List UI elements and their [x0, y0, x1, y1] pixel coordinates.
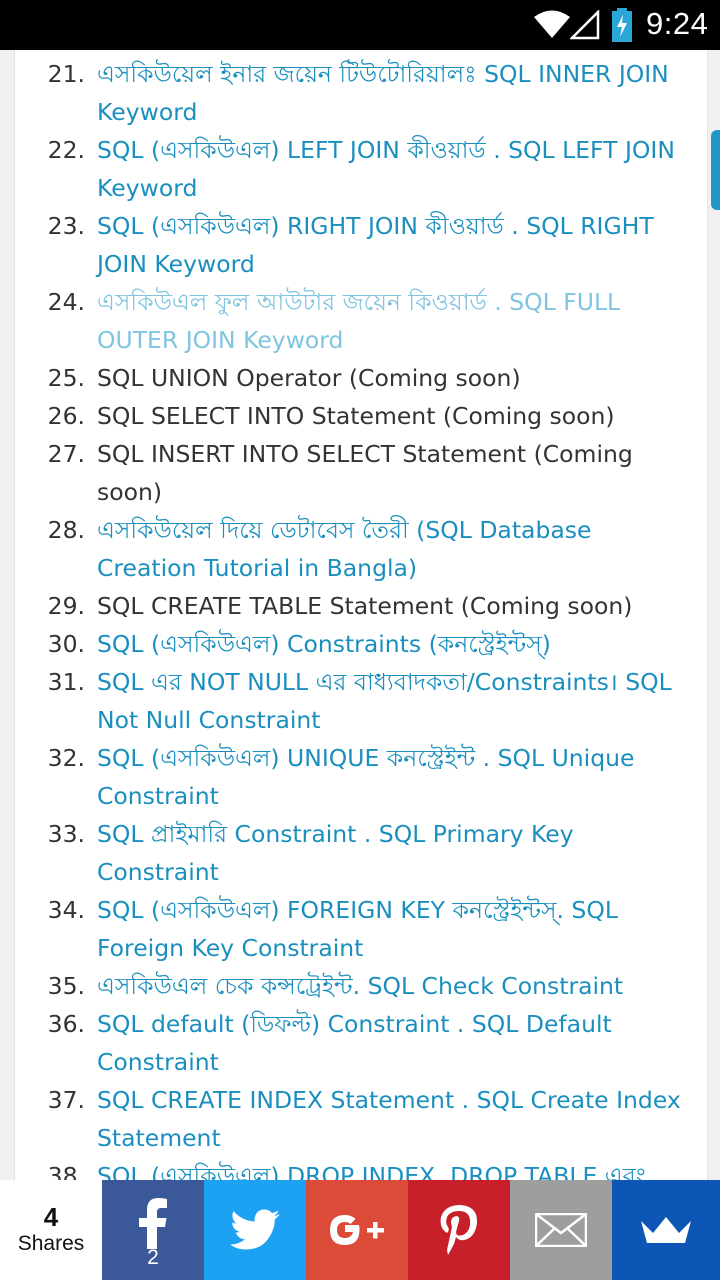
list-item-number: 38. — [47, 1162, 85, 1180]
twitter-share-button[interactable] — [204, 1180, 306, 1280]
list-item[interactable]: 38. SQL (এসকিউএল) DROP INDEX, DROP TABLE … — [15, 1157, 707, 1180]
list-item[interactable]: 35. এসকিউএল চেক কন্সট্রেইন্ট. SQL Check C… — [15, 967, 707, 1005]
list-item-link[interactable]: SQL (এসকিউএল) LEFT JOIN কীওয়ার্ড . SQL … — [97, 136, 675, 202]
list-item[interactable]: 31. SQL এর NOT NULL এর বাধ্যবাদকতা/Constr… — [15, 663, 707, 739]
list-item-link[interactable]: SQL (এসকিউএল) FOREIGN KEY কনস্ট্রেইন্টস্… — [97, 896, 618, 962]
list-item-number: 22. — [47, 136, 85, 164]
list-item-link[interactable]: SQL default (ডিফল্ট) Constraint . SQL De… — [97, 1010, 612, 1076]
list-item-text: SQL UNION Operator (Coming soon) — [97, 364, 521, 392]
list-item[interactable]: 30. SQL (এসকিউএল) Constraints (কনস্ট্রেইন… — [15, 625, 707, 663]
share-bar: 4 Shares 2 — [0, 1180, 720, 1280]
list-item[interactable]: 34. SQL (এসকিউএল) FOREIGN KEY কনস্ট্রেইন্… — [15, 891, 707, 967]
list-item-number: 33. — [47, 820, 85, 848]
share-count: 4 Shares — [0, 1180, 102, 1280]
list-item-number: 36. — [47, 1010, 85, 1038]
email-share-button[interactable] — [510, 1180, 612, 1280]
share-count-label: Shares — [17, 1232, 85, 1255]
email-icon — [535, 1213, 587, 1247]
list-item-link[interactable]: SQL এর NOT NULL এর বাধ্যবাদকতা/Constrain… — [97, 668, 672, 734]
list-item-link[interactable]: SQL (এসকিউএল) Constraints (কনস্ট্রেইন্টস… — [97, 630, 551, 658]
list-item: 26. SQL SELECT INTO Statement (Coming soo… — [15, 397, 707, 435]
list-item-link[interactable]: SQL CREATE INDEX Statement . SQL Create … — [97, 1086, 681, 1152]
list-item-number: 35. — [47, 972, 85, 1000]
list-item-number: 26. — [47, 402, 85, 430]
pinterest-icon — [440, 1205, 478, 1255]
list-item-number: 30. — [47, 630, 85, 658]
list-item[interactable]: 32. SQL (এসকিউএল) UNIQUE কনস্ট্রেইন্ট . S… — [15, 739, 707, 815]
facebook-share-count: 2 — [147, 1246, 159, 1269]
list-item-number: 29. — [47, 592, 85, 620]
list-item-number: 24. — [47, 288, 85, 316]
list-item-number: 32. — [47, 744, 85, 772]
list-item-link[interactable]: এসকিউএল চেক কন্সট্রেইন্ট. SQL Check Cons… — [97, 972, 623, 1000]
list-item-text: SQL CREATE TABLE Statement (Coming soon) — [97, 592, 633, 620]
list-item-text: SQL SELECT INTO Statement (Coming soon) — [97, 402, 615, 430]
list-item: 29. SQL CREATE TABLE Statement (Coming so… — [15, 587, 707, 625]
list-item[interactable]: 23. SQL (এসকিউএল) RIGHT JOIN কীওয়ার্ড . … — [15, 207, 707, 283]
wifi-icon — [534, 10, 570, 38]
list-item-number: 34. — [47, 896, 85, 924]
article-content[interactable]: এসকিউএল জয়েন 21.এসকিউয়েল ইনার জয়েন টি… — [14, 50, 708, 1180]
list-item-link[interactable]: এসকিউয়েল ইনার জয়েন টিউটোরিয়ালঃ SQL IN… — [97, 60, 669, 126]
status-bar: 9:24 — [0, 0, 720, 50]
list-item: 25. SQL UNION Operator (Coming soon) — [15, 359, 707, 397]
list-item-number: 37. — [47, 1086, 85, 1114]
list-item[interactable]: 33. SQL প্রাইমারি Constraint . SQL Primar… — [15, 815, 707, 891]
facebook-icon — [139, 1198, 167, 1249]
scroll-handle[interactable] — [711, 130, 720, 210]
cell-signal-icon — [570, 10, 600, 40]
list-item[interactable]: 21. এসকিউয়েল ইনার জয়েন টিউটোরিয়ালঃ SQL… — [15, 55, 707, 131]
facebook-share-button[interactable]: 2 — [102, 1180, 204, 1280]
list-item-text: SQL INSERT INTO SELECT Statement (Coming… — [97, 440, 633, 506]
share-count-number: 4 — [43, 1202, 59, 1232]
clock: 9:24 — [646, 6, 709, 41]
google-plus-share-button[interactable] — [306, 1180, 408, 1280]
list-item[interactable]: 22. SQL (এসকিউএল) LEFT JOIN কীওয়ার্ড . S… — [15, 131, 707, 207]
list-item-link[interactable]: SQL (এসকিউএল) RIGHT JOIN কীওয়ার্ড . SQL… — [97, 212, 654, 278]
list-item-number: 23. — [47, 212, 85, 240]
list-item-link[interactable]: এসকিউএল ফুল আউটার জয়েন কিওয়ার্ড . SQL … — [97, 288, 620, 354]
tutorial-list: 21. এসকিউয়েল ইনার জয়েন টিউটোরিয়ালঃ SQL… — [15, 55, 707, 1180]
list-item-number: 25. — [47, 364, 85, 392]
list-item-number: 21. — [47, 60, 85, 88]
twitter-icon — [230, 1209, 280, 1250]
list-item[interactable]: 37. SQL CREATE INDEX Statement . SQL Crea… — [15, 1081, 707, 1157]
list-item-link[interactable]: SQL প্রাইমারি Constraint . SQL Primary K… — [97, 820, 574, 886]
list-item-link[interactable]: SQL (এসকিউএল) DROP INDEX, DROP TABLE এবং — [97, 1162, 646, 1180]
list-item-link[interactable]: এসকিউয়েল দিয়ে ডেটাবেস তৈরী (SQL Databa… — [97, 516, 591, 582]
battery-charging-icon — [612, 8, 632, 42]
google-plus-icon — [330, 1215, 384, 1245]
list-item: 27. SQL INSERT INTO SELECT Statement (Com… — [15, 435, 707, 511]
list-item-number: 27. — [47, 440, 85, 468]
sumo-crown-icon — [641, 1217, 691, 1243]
list-item[interactable]: 24. এসকিউএল ফুল আউটার জয়েন কিওয়ার্ড . S… — [15, 283, 707, 359]
list-item-link[interactable]: SQL (এসকিউএল) UNIQUE কনস্ট্রেইন্ট . SQL … — [97, 744, 634, 810]
list-item[interactable]: 36. SQL default (ডিফল্ট) Constraint . SQL… — [15, 1005, 707, 1081]
list-item-number: 28. — [47, 516, 85, 544]
list-item-number: 31. — [47, 668, 85, 696]
sumo-share-button[interactable] — [612, 1180, 720, 1280]
pinterest-share-button[interactable] — [408, 1180, 510, 1280]
list-item[interactable]: 28. এসকিউয়েল দিয়ে ডেটাবেস তৈরী (SQL Dat… — [15, 511, 707, 587]
